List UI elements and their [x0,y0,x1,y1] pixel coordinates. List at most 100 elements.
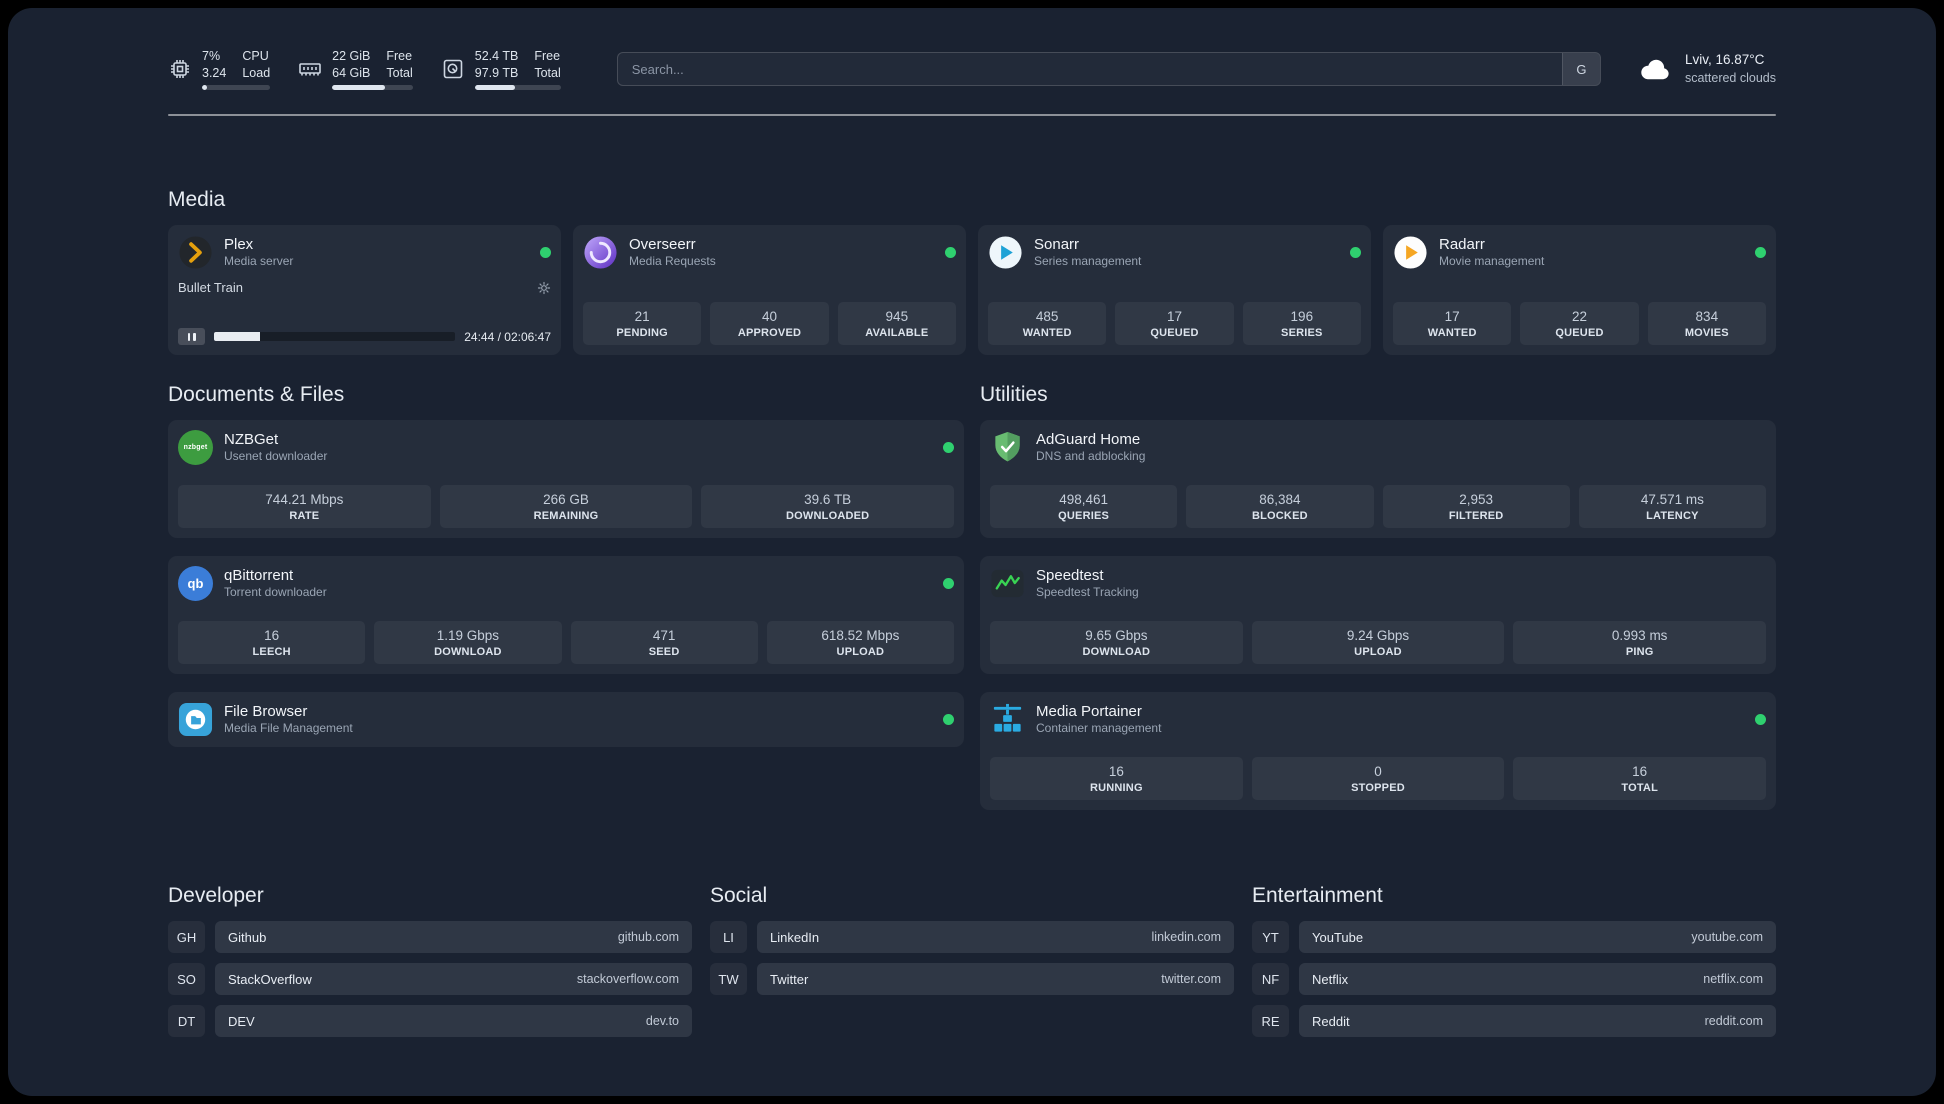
header-divider [168,114,1776,116]
bookmark-domain: github.com [617,930,679,944]
app-desc: Media server [224,254,294,269]
top-bar: 7% 3.24 CPU Load 22 GiB 64 GiB Free Tota… [168,48,1776,90]
cpu-progress-bar [202,85,271,90]
status-dot [943,578,954,589]
app-desc: Usenet downloader [224,449,328,464]
status-dot [540,247,551,258]
plex-card[interactable]: Plex Media server Bullet Train 24:44 / 0… [168,225,561,355]
bookmark-twitter[interactable]: TW Twitter twitter.com [710,963,1234,995]
app-name: Radarr [1439,236,1485,254]
weather-location: Lviv, 16.87°C [1684,52,1765,68]
app-name: qBittorrent [224,567,294,585]
stat-filtered: 2,953 FILTERED [1382,485,1570,528]
search-input[interactable] [617,53,1562,85]
status-dot [1755,714,1766,725]
app-name: Sonarr [1034,236,1080,254]
stat-upload: 618.52 Mbps UPLOAD [766,621,954,664]
social-section: Social LI LinkedIn linkedin.com TW Twitt… [710,884,1234,1037]
stat-approved: 40 APPROVED [710,302,829,345]
bookmark-dev[interactable]: DT DEV dev.to [168,1005,692,1037]
bookmark-name: Netflix [1312,971,1349,987]
playback-progress-bar [214,332,456,341]
documents-section-title: Documents & Files [168,383,345,406]
stat-download: 1.19 Gbps DOWNLOAD [374,621,562,664]
developer-section-title: Developer [168,884,264,907]
app-name: File Browser [224,703,308,721]
bookmark-stackoverflow[interactable]: SO StackOverflow stackoverflow.com [168,963,692,995]
stat-latency: 47.571 ms LATENCY [1578,485,1766,528]
bookmark-name: Twitter [770,971,809,987]
stat-blocked: 86,384 BLOCKED [1186,485,1374,528]
cpu-label2: Load [242,65,271,80]
disk-total: 97.9 TB [474,65,519,80]
memory-free: 22 GiB [332,49,371,63]
stat-downloaded: 39.6 TB DOWNLOADED [701,485,955,528]
qbittorrent-stats: 16 LEECH 1.19 Gbps DOWNLOAD 471 SEED 618… [178,621,954,664]
pause-button[interactable] [178,328,205,345]
gear-icon[interactable] [537,281,551,295]
bookmark-netflix[interactable]: NF Netflix netflix.com [1252,963,1776,995]
bookmark-abbr: TW [710,963,747,995]
qbittorrent-card[interactable]: qb qBittorrent Torrent downloader 16 LEE… [168,556,964,674]
bookmark-abbr: GH [168,921,205,953]
cpu-value: 7% [202,49,221,63]
nzbget-card[interactable]: nzbget NZBGet Usenet downloader 744.21 M… [168,420,964,538]
entertainment-section: Entertainment YT YouTube youtube.com NF … [1252,884,1776,1037]
bookmark-abbr: SO [168,963,205,995]
cpu-icon [168,57,192,81]
speedtest-card[interactable]: Speedtest Speedtest Tracking 9.65 Gbps D… [980,556,1776,674]
filebrowser-card[interactable]: File Browser Media File Management [168,692,964,747]
weather-widget: Lviv, 16.87°C scattered clouds [1637,51,1776,86]
app-name: Overseerr [629,236,696,254]
memory-label: Free [386,49,413,63]
status-dot [943,714,954,725]
social-section-title: Social [710,884,768,907]
bookmark-domain: reddit.com [1704,1014,1763,1028]
app-name: AdGuard Home [1036,431,1141,449]
cpu-widget: 7% 3.24 CPU Load [168,48,271,90]
sonarr-card[interactable]: Sonarr Series management 485 WANTED 17 Q… [978,225,1371,355]
bookmark-domain: stackoverflow.com [576,972,679,986]
stat-wanted: 485 WANTED [988,302,1107,345]
portainer-stats: 16 RUNNING 0 STOPPED 16 TOTAL [990,757,1767,800]
app-desc: DNS and adblocking [1036,449,1146,464]
stat-remaining: 266 GB REMAINING [439,485,693,528]
bookmark-name: LinkedIn [770,929,820,945]
stat-total: 16 TOTAL [1513,757,1767,800]
app-name: Plex [224,236,254,254]
memory-label2: Total [386,65,413,80]
disk-label: Free [534,49,561,63]
radarr-stats: 17 WANTED 22 QUEUED 834 MOVIES [1393,302,1766,345]
app-name: Speedtest [1036,567,1104,585]
nzbget-icon: nzbget [178,430,213,465]
radarr-card[interactable]: Radarr Movie management 17 WANTED 22 QUE… [1383,225,1776,355]
bookmark-name: Github [228,929,267,945]
overseerr-card[interactable]: Overseerr Media Requests 21 PENDING 40 A… [573,225,966,355]
memory-progress-bar [332,85,413,90]
bookmark-youtube[interactable]: YT YouTube youtube.com [1252,921,1776,953]
overseerr-stats: 21 PENDING 40 APPROVED 945 AVAILABLE [583,302,956,345]
disk-widget: 52.4 TB 97.9 TB Free Total [441,48,561,90]
disk-progress-bar [474,85,561,90]
plex-player: 24:44 / 02:06:47 [178,328,551,345]
cpu-label: CPU [242,49,269,63]
adguard-card[interactable]: AdGuard Home DNS and adblocking 498,461 … [980,420,1776,538]
bookmark-reddit[interactable]: RE Reddit reddit.com [1252,1005,1776,1037]
bookmark-github[interactable]: GH Github github.com [168,921,692,953]
speedtest-stats: 9.65 Gbps DOWNLOAD 9.24 Gbps UPLOAD 0.99… [990,621,1767,664]
disk-label2: Total [534,65,561,80]
status-dot [1350,247,1361,258]
status-dot [945,247,956,258]
developer-section: Developer GH Github github.com SO StackO… [168,884,692,1037]
weather-condition: scattered clouds [1684,70,1776,85]
bookmark-domain: twitter.com [1161,972,1221,986]
bookmark-linkedin[interactable]: LI LinkedIn linkedin.com [710,921,1234,953]
app-desc: Torrent downloader [224,585,327,600]
search-provider-button[interactable]: G [1561,53,1600,85]
adguard-icon [990,430,1025,465]
bookmark-domain: youtube.com [1691,930,1763,944]
stat-movies: 834 MOVIES [1647,302,1766,345]
portainer-card[interactable]: Media Portainer Container management 16 … [980,692,1776,810]
sonarr-stats: 485 WANTED 17 QUEUED 196 SERIES [988,302,1361,345]
app-desc: Movie management [1439,254,1545,269]
